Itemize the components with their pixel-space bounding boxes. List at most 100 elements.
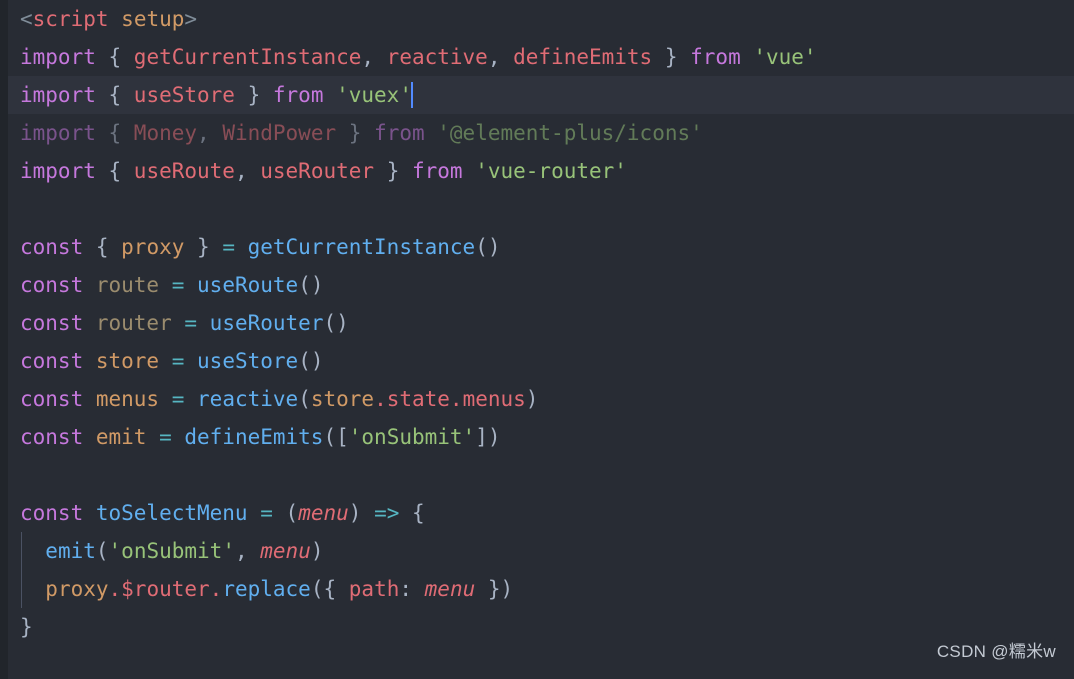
object-proxy: proxy: [45, 577, 109, 601]
keyword-const: const: [20, 349, 84, 373]
parens: (): [298, 273, 324, 297]
comma: ,: [234, 159, 261, 183]
code-line-14[interactable]: const toSelectMenu = (menu) => {: [0, 494, 1074, 532]
keyword-from: from: [272, 83, 324, 107]
operator-assign: =: [171, 273, 185, 297]
operator-assign: =: [159, 425, 172, 449]
module-string: '@element-plus/icons': [424, 121, 703, 145]
paren-close: ): [525, 387, 539, 411]
function-call: defineEmits: [171, 425, 324, 449]
code-line-1[interactable]: <script setup>: [0, 0, 1074, 38]
parameter-menu: menu: [424, 577, 476, 601]
paren-open: (: [298, 387, 311, 411]
paren-open: (: [323, 425, 337, 449]
import-binding: getCurrentInstance: [133, 45, 362, 69]
paren-close: ): [310, 539, 324, 563]
operator-assign: =: [260, 501, 273, 525]
comma: ,: [197, 121, 223, 145]
keyword-const: const: [20, 501, 84, 525]
code-line-8[interactable]: const route = useRoute(): [0, 266, 1074, 304]
parameter-menu: menu: [260, 539, 311, 563]
comma: ,: [487, 45, 514, 69]
brace-close: }: [184, 235, 223, 259]
keyword-import: import: [20, 159, 96, 183]
code-line-16[interactable]: proxy.$router.replace({ path: menu }): [0, 570, 1074, 608]
function-call: reactive: [184, 387, 299, 411]
code-line-10[interactable]: const store = useStore(): [0, 342, 1074, 380]
brace-close: }: [336, 121, 375, 145]
keyword-const: const: [20, 311, 84, 335]
parens: (): [298, 349, 324, 373]
object-store: store: [310, 387, 375, 411]
keyword-import: import: [20, 83, 96, 107]
code-line-3-active[interactable]: import { useStore } from 'vuex': [0, 76, 1074, 114]
function-call: useRoute: [184, 273, 299, 297]
code-line-2[interactable]: import { getCurrentInstance, reactive, d…: [0, 38, 1074, 76]
keyword-from: from: [411, 159, 463, 183]
keyword-from: from: [374, 121, 425, 145]
text-cursor: [410, 82, 413, 108]
parameter-menu: menu: [298, 501, 349, 525]
operator-assign: =: [171, 387, 185, 411]
brace-open: {: [399, 501, 425, 525]
code-content-area[interactable]: <script setup> import { getCurrentInstan…: [0, 0, 1074, 679]
function-name-toselectmenu: toSelectMenu: [83, 501, 261, 525]
tag-attribute: setup: [121, 7, 185, 31]
brace-close: }: [652, 45, 691, 69]
paren-open: (: [95, 539, 109, 563]
operator-arrow: =>: [361, 501, 400, 525]
brace-close: }: [374, 159, 412, 183]
keyword-from: from: [690, 45, 741, 69]
import-binding: useRoute: [133, 159, 235, 183]
code-line-13-blank[interactable]: [0, 456, 1074, 494]
comma: ,: [234, 539, 261, 563]
paren-close: ): [348, 501, 362, 525]
tag-open-punct: <: [20, 7, 33, 31]
code-line-4-unused-import[interactable]: import { Money, WindPower } from '@eleme…: [0, 114, 1074, 152]
bracket-open: [: [336, 425, 349, 449]
code-editor[interactable]: <script setup> import { getCurrentInstan…: [0, 0, 1074, 679]
import-binding: reactive: [386, 45, 488, 69]
brace-open: {: [95, 83, 134, 107]
code-line-17[interactable]: }: [0, 608, 1074, 646]
paren-brace-open: ({: [310, 577, 349, 601]
function-call-emit: emit: [45, 539, 96, 563]
brace-open: {: [95, 45, 134, 69]
variable-route: route: [83, 273, 172, 297]
module-string: 'vuex': [323, 83, 412, 107]
code-line-5[interactable]: import { useRoute, useRouter } from 'vue…: [0, 152, 1074, 190]
bracket-close: ]: [475, 425, 488, 449]
brace-close: }: [234, 83, 273, 107]
keyword-const: const: [20, 387, 84, 411]
brace-open: {: [95, 121, 134, 145]
brace-close: }: [475, 577, 501, 601]
variable-router: router: [83, 311, 185, 335]
module-string: 'vue': [740, 45, 817, 69]
method-replace: replace: [222, 577, 311, 601]
event-name-string: 'onSubmit': [108, 539, 235, 563]
object-key-path: path: [348, 577, 400, 601]
variable-emit: emit: [83, 425, 160, 449]
code-line-7[interactable]: const { proxy } = getCurrentInstance(): [0, 228, 1074, 266]
colon: :: [399, 577, 425, 601]
code-line-15[interactable]: emit('onSubmit', menu): [0, 532, 1074, 570]
code-line-6-blank[interactable]: [0, 190, 1074, 228]
parens: (): [323, 311, 349, 335]
keyword-const: const: [20, 235, 84, 259]
code-line-12[interactable]: const emit = defineEmits(['onSubmit']): [0, 418, 1074, 456]
function-call: getCurrentInstance: [234, 235, 476, 259]
code-line-9[interactable]: const router = useRouter(): [0, 304, 1074, 342]
property-router: .$router: [108, 577, 210, 601]
function-call: useRouter: [197, 311, 324, 335]
parens: (): [475, 235, 501, 259]
import-binding: useStore: [133, 83, 235, 107]
event-name-string: 'onSubmit': [348, 425, 476, 449]
property-path: .state.menus: [374, 387, 526, 411]
variable-menus: menus: [83, 387, 172, 411]
import-binding: defineEmits: [513, 45, 653, 69]
code-line-11[interactable]: const menus = reactive(store.state.menus…: [0, 380, 1074, 418]
tag-close-punct: >: [184, 7, 198, 31]
